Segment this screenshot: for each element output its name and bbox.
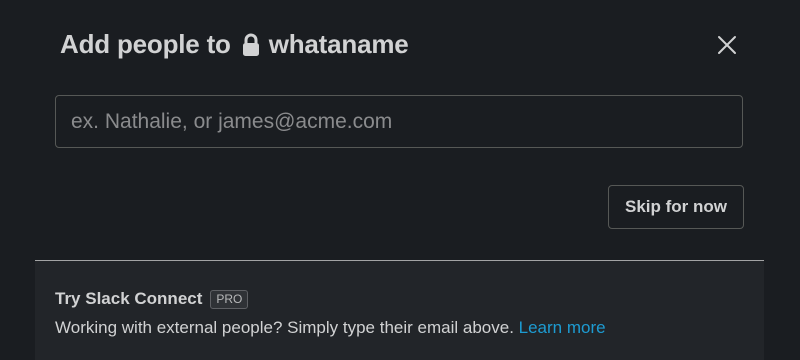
pro-badge: PRO: [210, 289, 249, 309]
footer-description-row: Working with external people? Simply typ…: [55, 318, 606, 338]
close-icon: [718, 36, 736, 54]
footer-title: Try Slack Connect: [55, 289, 203, 308]
footer-title-row: Try Slack Connect PRO: [55, 289, 249, 309]
slack-connect-footer: Try Slack Connect PRO Working with exter…: [35, 260, 764, 360]
channel-name: whataname: [268, 28, 409, 59]
learn-more-link[interactable]: Learn more: [519, 318, 606, 337]
close-button[interactable]: [712, 30, 742, 60]
invite-people-input[interactable]: [56, 96, 742, 147]
modal-title: Add people to whataname: [60, 29, 409, 60]
lock-icon: [241, 31, 263, 57]
title-prefix: Add people to: [60, 28, 231, 59]
invite-input-wrapper: [55, 95, 743, 148]
modal-header: Add people to whataname: [60, 24, 409, 64]
add-people-modal: Add people to whataname Skip for now Try…: [0, 0, 800, 360]
skip-for-now-button[interactable]: Skip for now: [608, 185, 744, 229]
footer-description: Working with external people? Simply typ…: [55, 318, 519, 337]
